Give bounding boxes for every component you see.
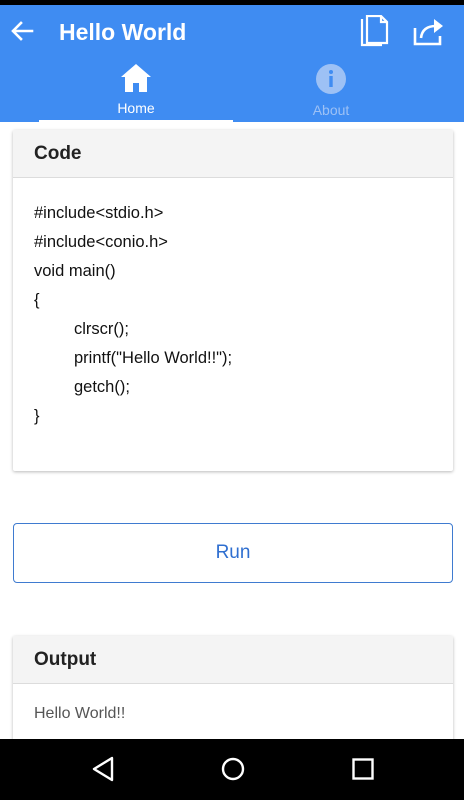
tab-home-label: Home xyxy=(117,100,155,116)
screen: Hello World Home About Code #include<std… xyxy=(0,0,464,800)
code-line: getch(); xyxy=(74,378,130,396)
code-line: { xyxy=(34,291,40,309)
info-icon xyxy=(234,63,428,100)
nav-back-icon[interactable] xyxy=(90,756,116,787)
output-text: Hello World!! xyxy=(34,705,126,722)
tab-about[interactable]: About xyxy=(234,63,428,122)
system-nav-bar xyxy=(0,739,464,800)
tab-home[interactable]: Home xyxy=(39,63,233,122)
code-block: #include<stdio.h> #include<conio.h> void… xyxy=(13,178,453,431)
output-card-title: Output xyxy=(13,636,453,684)
code-line: } xyxy=(34,407,40,425)
share-icon[interactable] xyxy=(412,17,446,47)
copy-icon[interactable] xyxy=(360,14,390,49)
run-button[interactable]: Run xyxy=(13,523,453,583)
tab-about-label: About xyxy=(312,102,350,118)
code-line: printf("Hello World!!"); xyxy=(74,349,233,367)
home-icon xyxy=(39,63,233,98)
code-card: Code #include<stdio.h> #include<conio.h>… xyxy=(13,130,453,471)
main-content: Code #include<stdio.h> #include<conio.h>… xyxy=(0,122,464,739)
code-line: #include<stdio.h> xyxy=(34,204,164,222)
code-line: void main() xyxy=(34,262,116,280)
app-title: Hello World xyxy=(59,19,187,45)
code-line: #include<conio.h> xyxy=(34,233,168,251)
output-card: Output Hello World!! xyxy=(13,636,453,739)
back-arrow-icon[interactable] xyxy=(8,17,36,45)
nav-home-icon[interactable] xyxy=(220,756,246,787)
app-bar: Hello World Home About xyxy=(0,5,464,122)
nav-recents-icon[interactable] xyxy=(351,757,375,786)
code-card-title: Code xyxy=(13,130,453,178)
code-line: clrscr(); xyxy=(74,320,129,338)
